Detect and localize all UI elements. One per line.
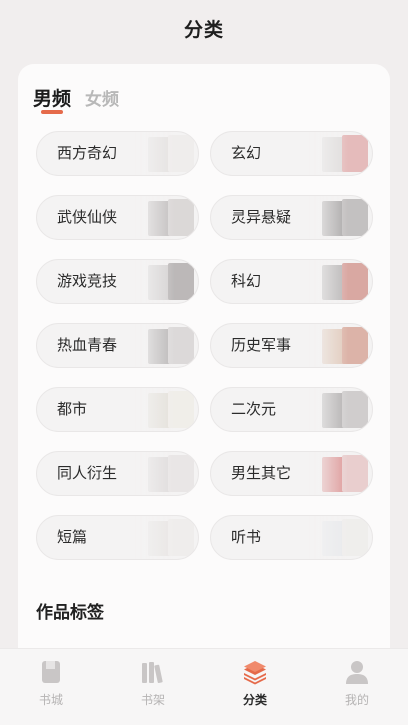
book-cover-thumbnail bbox=[322, 393, 348, 428]
book-cover-thumbnail bbox=[342, 327, 368, 364]
profile-icon bbox=[346, 661, 368, 684]
category-pill[interactable]: 科幻 bbox=[210, 259, 373, 304]
book-cover-thumbnail bbox=[148, 329, 174, 364]
category-label: 二次元 bbox=[231, 400, 277, 418]
category-pill[interactable]: 热血青春 bbox=[36, 323, 199, 368]
book-icon bbox=[42, 661, 60, 683]
nav-item-bookshelf[interactable]: 书架 bbox=[102, 649, 204, 725]
category-label: 武侠仙侠 bbox=[57, 208, 118, 226]
category-label: 都市 bbox=[57, 400, 88, 418]
category-label: 男生其它 bbox=[231, 464, 292, 482]
tab-male-label: 男频 bbox=[33, 88, 72, 110]
book-cover-thumbnail bbox=[148, 137, 174, 172]
category-pill[interactable]: 游戏竞技 bbox=[36, 259, 199, 304]
book-cover-thumbnail bbox=[168, 135, 194, 172]
book-cover-thumbnail bbox=[342, 519, 368, 556]
book-cover-thumbnail bbox=[148, 521, 174, 556]
book-cover-thumbnail bbox=[168, 455, 194, 492]
category-label: 短篇 bbox=[57, 528, 88, 546]
page-title: 分类 bbox=[183, 18, 224, 41]
book-cover-thumbnail bbox=[322, 201, 348, 236]
category-label: 玄幻 bbox=[231, 144, 262, 162]
category-pill[interactable]: 西方奇幻 bbox=[36, 131, 199, 176]
book-cover-thumbnail bbox=[148, 457, 174, 492]
category-cover-images bbox=[308, 516, 372, 559]
category-cover-images bbox=[134, 260, 198, 303]
category-cover-images bbox=[134, 132, 198, 175]
book-cover-thumbnail bbox=[168, 391, 194, 428]
category-label: 热血青春 bbox=[57, 336, 118, 354]
book-cover-thumbnail bbox=[342, 263, 368, 300]
book-cover-thumbnail bbox=[168, 263, 194, 300]
category-cover-images bbox=[308, 196, 372, 239]
category-label: 灵异悬疑 bbox=[231, 208, 292, 226]
nav-item-bookstore[interactable]: 书城 bbox=[0, 649, 102, 725]
category-pill[interactable]: 听书 bbox=[210, 515, 373, 560]
book-cover-thumbnail bbox=[322, 521, 348, 556]
category-label: 游戏竞技 bbox=[57, 272, 118, 290]
nav-label-profile: 我的 bbox=[344, 693, 369, 707]
category-layers-icon bbox=[244, 661, 266, 685]
category-grid: 西方奇幻 玄幻武侠仙侠 灵异悬疑游戏竞技 科幻热血青春 历史军事都市 二次元同人衍生 男生其… bbox=[36, 131, 373, 560]
category-cover-images bbox=[134, 452, 198, 495]
category-pill[interactable]: 男生其它 bbox=[210, 451, 373, 496]
category-pill[interactable]: 同人衍生 bbox=[36, 451, 199, 496]
book-cover-thumbnail bbox=[322, 457, 348, 492]
book-cover-thumbnail bbox=[322, 329, 348, 364]
category-pill[interactable]: 二次元 bbox=[210, 387, 373, 432]
category-cover-images bbox=[308, 452, 372, 495]
category-pill[interactable]: 灵异悬疑 bbox=[210, 195, 373, 240]
book-cover-thumbnail bbox=[168, 199, 194, 236]
active-tab-indicator bbox=[41, 110, 63, 114]
book-cover-thumbnail bbox=[342, 455, 368, 492]
category-cover-images bbox=[308, 324, 372, 367]
category-cover-images bbox=[134, 388, 198, 431]
nav-label-category: 分类 bbox=[242, 693, 267, 707]
category-pill[interactable]: 短篇 bbox=[36, 515, 199, 560]
category-pill[interactable]: 都市 bbox=[36, 387, 199, 432]
book-cover-thumbnail bbox=[322, 137, 348, 172]
category-pill[interactable]: 玄幻 bbox=[210, 131, 373, 176]
category-cover-images bbox=[134, 196, 198, 239]
book-cover-thumbnail bbox=[322, 265, 348, 300]
gender-tabs: 男频 女频 bbox=[33, 84, 133, 114]
nav-item-profile[interactable]: 我的 bbox=[306, 649, 408, 725]
tab-female[interactable]: 女频 bbox=[85, 85, 119, 111]
category-pill[interactable]: 历史军事 bbox=[210, 323, 373, 368]
section-title-tags: 作品标签 bbox=[36, 603, 104, 623]
nav-item-category[interactable]: 分类 bbox=[204, 649, 306, 725]
book-cover-thumbnail bbox=[148, 201, 174, 236]
category-cover-images bbox=[308, 260, 372, 303]
book-cover-thumbnail bbox=[148, 265, 174, 300]
nav-label-bookshelf: 书架 bbox=[140, 693, 165, 707]
category-pill[interactable]: 武侠仙侠 bbox=[36, 195, 199, 240]
category-card: 男频 女频 西方奇幻 玄幻武侠仙侠 灵异悬疑游戏竞技 科幻热血青春 历史军事都市 二次元同… bbox=[18, 64, 390, 664]
tab-male[interactable]: 男频 bbox=[33, 84, 72, 114]
tab-female-label: 女频 bbox=[85, 90, 120, 110]
category-label: 听书 bbox=[231, 528, 262, 546]
category-cover-images bbox=[308, 132, 372, 175]
category-label: 同人衍生 bbox=[57, 464, 118, 482]
book-cover-thumbnail bbox=[342, 199, 368, 236]
page-header: 分类 bbox=[0, 0, 408, 56]
book-cover-thumbnail bbox=[168, 327, 194, 364]
book-cover-thumbnail bbox=[342, 391, 368, 428]
category-cover-images bbox=[134, 516, 198, 559]
category-cover-images bbox=[134, 324, 198, 367]
category-label: 历史军事 bbox=[231, 336, 292, 354]
category-label: 科幻 bbox=[231, 272, 262, 290]
category-cover-images bbox=[308, 388, 372, 431]
category-label: 西方奇幻 bbox=[57, 144, 118, 162]
book-cover-thumbnail bbox=[168, 519, 194, 556]
bookshelf-icon bbox=[142, 662, 163, 684]
bottom-navigation: 书城 书架 分类 我的 bbox=[0, 648, 408, 725]
book-cover-thumbnail bbox=[342, 135, 368, 172]
book-cover-thumbnail bbox=[148, 393, 174, 428]
nav-label-bookstore: 书城 bbox=[38, 693, 63, 707]
